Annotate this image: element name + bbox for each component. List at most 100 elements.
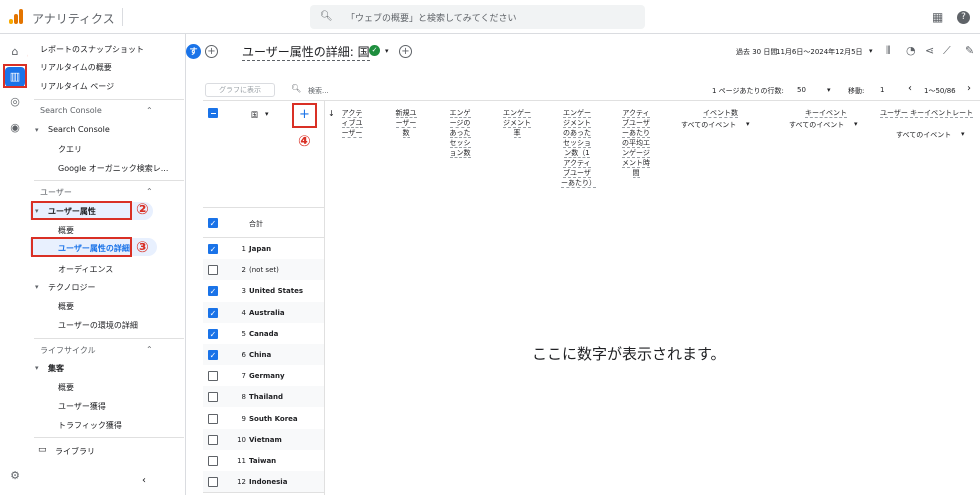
sidebar-item-realtime-pages[interactable]: リアルタイム ページ [40, 81, 114, 92]
collapse-chevron-icon[interactable]: ‹ [142, 475, 146, 486]
event-filter-select[interactable]: すべてのイベント [681, 120, 736, 130]
chevron-up-icon[interactable]: ⌃ [146, 187, 948, 196]
row-number: 2 [241, 266, 246, 275]
divider [34, 338, 184, 339]
check-circle-icon[interactable]: ✓ [369, 45, 380, 56]
sidebar-item-realtime-overview[interactable]: リアルタイムの概要 [40, 62, 112, 73]
sort-arrow-icon[interactable]: ↓ [328, 109, 335, 118]
row-number: 1 [241, 245, 246, 253]
rows-per-page-label: 1 ページあたりの行数: [712, 87, 784, 95]
home-icon[interactable]: ⌂ [7, 44, 23, 60]
avatar[interactable]: す [186, 44, 201, 59]
sidebar-group-technology[interactable]: テクノロジー [48, 282, 96, 293]
section-search-console[interactable]: Search Console [40, 106, 102, 115]
sidebar-item-tech-overview[interactable]: 概要 [58, 301, 74, 312]
sidebar-item-overview[interactable]: 概要 [58, 225, 74, 236]
search-placeholder: 「ウェブの概要」と検索してみてください [346, 14, 517, 24]
select-all-checkbox[interactable] [208, 108, 218, 118]
page-title[interactable]: ユーザー属性の詳細: 国 [242, 43, 370, 61]
row-checkbox[interactable]: ✓ [208, 350, 218, 360]
advertising-icon[interactable]: ◉ [7, 120, 23, 136]
add-icon[interactable]: + [399, 45, 412, 58]
user-key-event-filter-select[interactable]: すべてのイベント [896, 130, 951, 140]
prev-page-icon[interactable]: ‹ [908, 83, 912, 94]
column-header-engagement-rate[interactable]: エンゲージメント率 [500, 108, 534, 138]
row-checkbox[interactable] [208, 413, 218, 424]
row-checkbox[interactable] [208, 371, 218, 382]
date-dropdown-icon[interactable]: ▾ [869, 47, 873, 55]
settings-gear-icon[interactable]: ⚙ [7, 468, 23, 484]
row-checkbox[interactable]: ✓ [208, 244, 218, 254]
sidebar-item-audience[interactable]: オーディエンス [58, 264, 113, 275]
edit-pencil-icon[interactable]: ✎ [965, 44, 974, 57]
sidebar-group-acquisition[interactable]: 集客 [48, 363, 64, 374]
row-country: United States [249, 287, 303, 296]
row-number: 7 [241, 372, 246, 381]
row-checkbox[interactable] [208, 477, 218, 488]
rows-per-page-select[interactable]: 50 [797, 86, 806, 94]
caret-down-icon: ▾ [35, 283, 39, 291]
add-comparison-icon[interactable]: + [205, 45, 218, 58]
analytics-logo-icon [9, 9, 23, 24]
sidebar-item-queries[interactable]: クエリ [58, 144, 82, 155]
total-label: 合計 [249, 220, 263, 228]
dimension-header[interactable]: 国 [251, 110, 258, 120]
add-dimension-button[interactable]: + [292, 103, 317, 128]
row-checkbox[interactable]: ✓ [208, 328, 218, 339]
sidebar-item-tech-details[interactable]: ユーザーの環境の詳細 [58, 320, 138, 331]
sidebar-item-user-acquisition[interactable]: ユーザー獲得 [58, 401, 106, 412]
column-header-engaged-sessions[interactable]: エンゲージのあったセッション数 [447, 108, 473, 158]
column-header-active-users[interactable]: アクティブユーザー [340, 108, 364, 138]
date-label[interactable]: 過去 30 日間 [736, 47, 777, 57]
insights-icon[interactable]: ◔ [906, 44, 916, 57]
explore-icon[interactable]: ◎ [7, 94, 23, 110]
chevron-down-icon[interactable]: ▾ [385, 47, 389, 55]
annotation-box-2 [31, 201, 132, 220]
total-checkbox[interactable]: ✓ [208, 218, 218, 228]
sidebar-item-library[interactable]: ライブラリ [55, 446, 95, 457]
chevron-down-icon[interactable]: ▾ [961, 130, 965, 138]
column-header-user-key-event-rate[interactable]: ユーザー キーイベントレート [880, 108, 980, 118]
apps-grid-icon[interactable]: ▦ [932, 10, 943, 24]
move-input[interactable]: 1 [880, 86, 884, 94]
caret-down-icon: ▾ [35, 126, 39, 134]
compare-columns-icon[interactable]: ⫴ [886, 44, 891, 58]
divider [203, 492, 324, 494]
section-user[interactable]: ユーザー [40, 187, 72, 198]
row-checkbox[interactable] [208, 456, 218, 466]
sidebar-group-search-console[interactable]: Search Console [48, 125, 110, 134]
sidebar-item-traffic-acquisition[interactable]: トラフィック獲得 [58, 420, 122, 431]
sidebar-item-snapshot[interactable]: レポートのスナップショット [40, 44, 144, 55]
chevron-down-icon[interactable]: ▾ [746, 120, 750, 128]
top-bar: アナリティクス 🔍︎ 「ウェブの概要」と検索してみてください ▦ ? [0, 0, 980, 34]
sidebar-item-acq-overview[interactable]: 概要 [58, 382, 74, 393]
chevron-down-icon[interactable]: ▾ [827, 86, 831, 94]
column-header-engaged-sessions-per-user[interactable]: エンゲージメントのあったセッション数（1 アクティブユーザーあたり） [561, 108, 596, 188]
trend-icon[interactable]: ⟋ [943, 44, 951, 58]
column-header-new-users[interactable]: 新規ユーザー数 [394, 108, 418, 138]
column-header-avg-engagement-time[interactable]: アクティブユーザーあたりの平均エンゲージメント時間 [619, 108, 653, 178]
sidebar-item-organic-search[interactable]: Google オーガニック検索レ... [58, 163, 168, 174]
plot-graph-button[interactable]: グラフに表示 [205, 83, 275, 97]
annotation-3: ③ [136, 238, 149, 256]
annotation-box-3 [31, 237, 132, 257]
help-icon[interactable]: ? [957, 11, 970, 24]
key-event-filter-select[interactable]: すべてのイベント [789, 120, 844, 130]
share-icon[interactable]: ⋖ [925, 44, 934, 57]
chevron-down-icon[interactable]: ▾ [854, 120, 858, 128]
row-checkbox[interactable]: ✓ [208, 286, 218, 297]
row-checkbox[interactable] [208, 265, 218, 276]
section-lifecycle[interactable]: ライフサイクル [40, 345, 96, 356]
row-checkbox[interactable] [208, 392, 218, 403]
column-header-key-events[interactable]: キーイベント [780, 108, 847, 118]
search-input[interactable]: 🔍︎ 「ウェブの概要」と検索してみてください [310, 5, 645, 29]
row-number: 3 [241, 287, 246, 296]
next-page-icon[interactable]: › [967, 83, 971, 94]
row-checkbox[interactable] [208, 434, 218, 445]
date-range[interactable]: 11月6日～2024年12月5日 [776, 47, 863, 57]
column-header-event-count[interactable]: イベント数 [680, 108, 738, 118]
chevron-down-icon[interactable]: ▾ [265, 110, 269, 118]
row-checkbox[interactable]: ✓ [208, 307, 218, 318]
row-number: 5 [241, 329, 246, 338]
table-search-input[interactable]: 検索... [308, 86, 329, 96]
